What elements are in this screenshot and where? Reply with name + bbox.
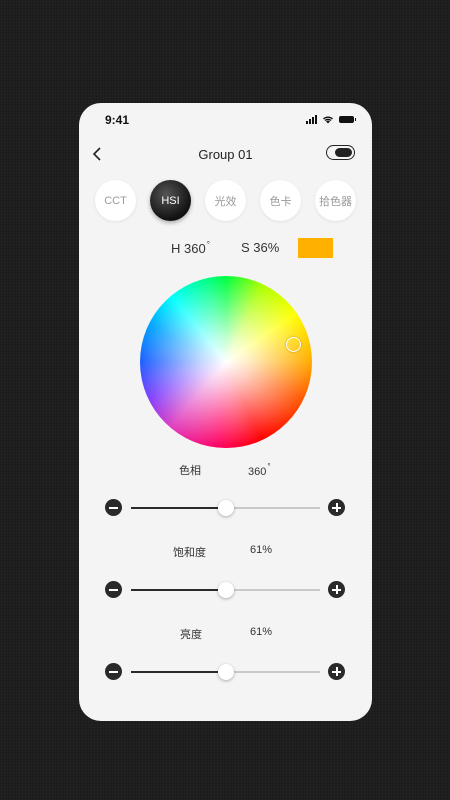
hue-value-number: 360 — [248, 466, 267, 478]
color-wheel[interactable] — [140, 276, 312, 448]
app-screen: 9:41 Group 01 CCT HSI 光效 色卡 拾色器 H 360° S… — [79, 103, 372, 721]
color-picker-handle[interactable] — [286, 337, 301, 352]
saturation-slider-fill — [131, 589, 226, 591]
saturation-slider-track[interactable] — [131, 582, 320, 598]
saturation-readout: S 36% — [241, 240, 280, 255]
degree-mark: ° — [206, 240, 210, 249]
brightness-slider-fill — [131, 671, 226, 673]
tab-effects[interactable]: 光效 — [205, 180, 246, 221]
power-toggle[interactable] — [326, 145, 355, 160]
saturation-slider-thumb[interactable] — [217, 582, 234, 598]
hue-slider-thumb[interactable] — [217, 500, 234, 516]
brightness-slider-thumb[interactable] — [217, 664, 234, 680]
hue-slider-fill — [131, 507, 226, 509]
hue-slider-track[interactable] — [131, 500, 320, 516]
tab-color-picker[interactable]: 拾色器 — [315, 180, 356, 221]
hue-decrease-button[interactable] — [105, 499, 122, 516]
tab-cct[interactable]: CCT — [95, 180, 136, 221]
saturation-slider-row — [105, 580, 345, 600]
hue-label: 色相 — [179, 465, 201, 477]
hue-value: 360° — [248, 462, 271, 478]
saturation-overlay — [140, 276, 312, 448]
signal-icon — [306, 115, 317, 124]
toggle-knob — [335, 147, 352, 157]
brightness-slider-row — [105, 662, 345, 682]
brightness-value: 61% — [250, 626, 273, 638]
saturation-value: 61% — [250, 544, 273, 556]
saturation-label: 饱和度 — [173, 547, 206, 559]
hue-increase-button[interactable] — [328, 499, 345, 516]
tab-hsi[interactable]: HSI — [150, 180, 191, 221]
mode-tabs: CCT HSI 光效 色卡 拾色器 — [95, 180, 357, 222]
saturation-decrease-button[interactable] — [105, 581, 122, 598]
status-time: 9:41 — [105, 113, 130, 127]
degree-mark: ° — [267, 462, 271, 471]
hue-readout: H 360° — [171, 240, 210, 256]
brightness-slider-track[interactable] — [131, 664, 320, 680]
wifi-icon — [323, 116, 333, 124]
tab-color-card[interactable]: 色卡 — [260, 180, 301, 221]
color-swatch — [298, 238, 333, 258]
battery-icon — [339, 116, 356, 123]
brightness-increase-button[interactable] — [328, 663, 345, 680]
brightness-label: 亮度 — [180, 629, 202, 641]
hue-readout-value: H 360 — [171, 241, 206, 256]
status-icons — [306, 115, 356, 124]
brightness-decrease-button[interactable] — [105, 663, 122, 680]
hue-slider-row — [105, 498, 345, 518]
saturation-increase-button[interactable] — [328, 581, 345, 598]
